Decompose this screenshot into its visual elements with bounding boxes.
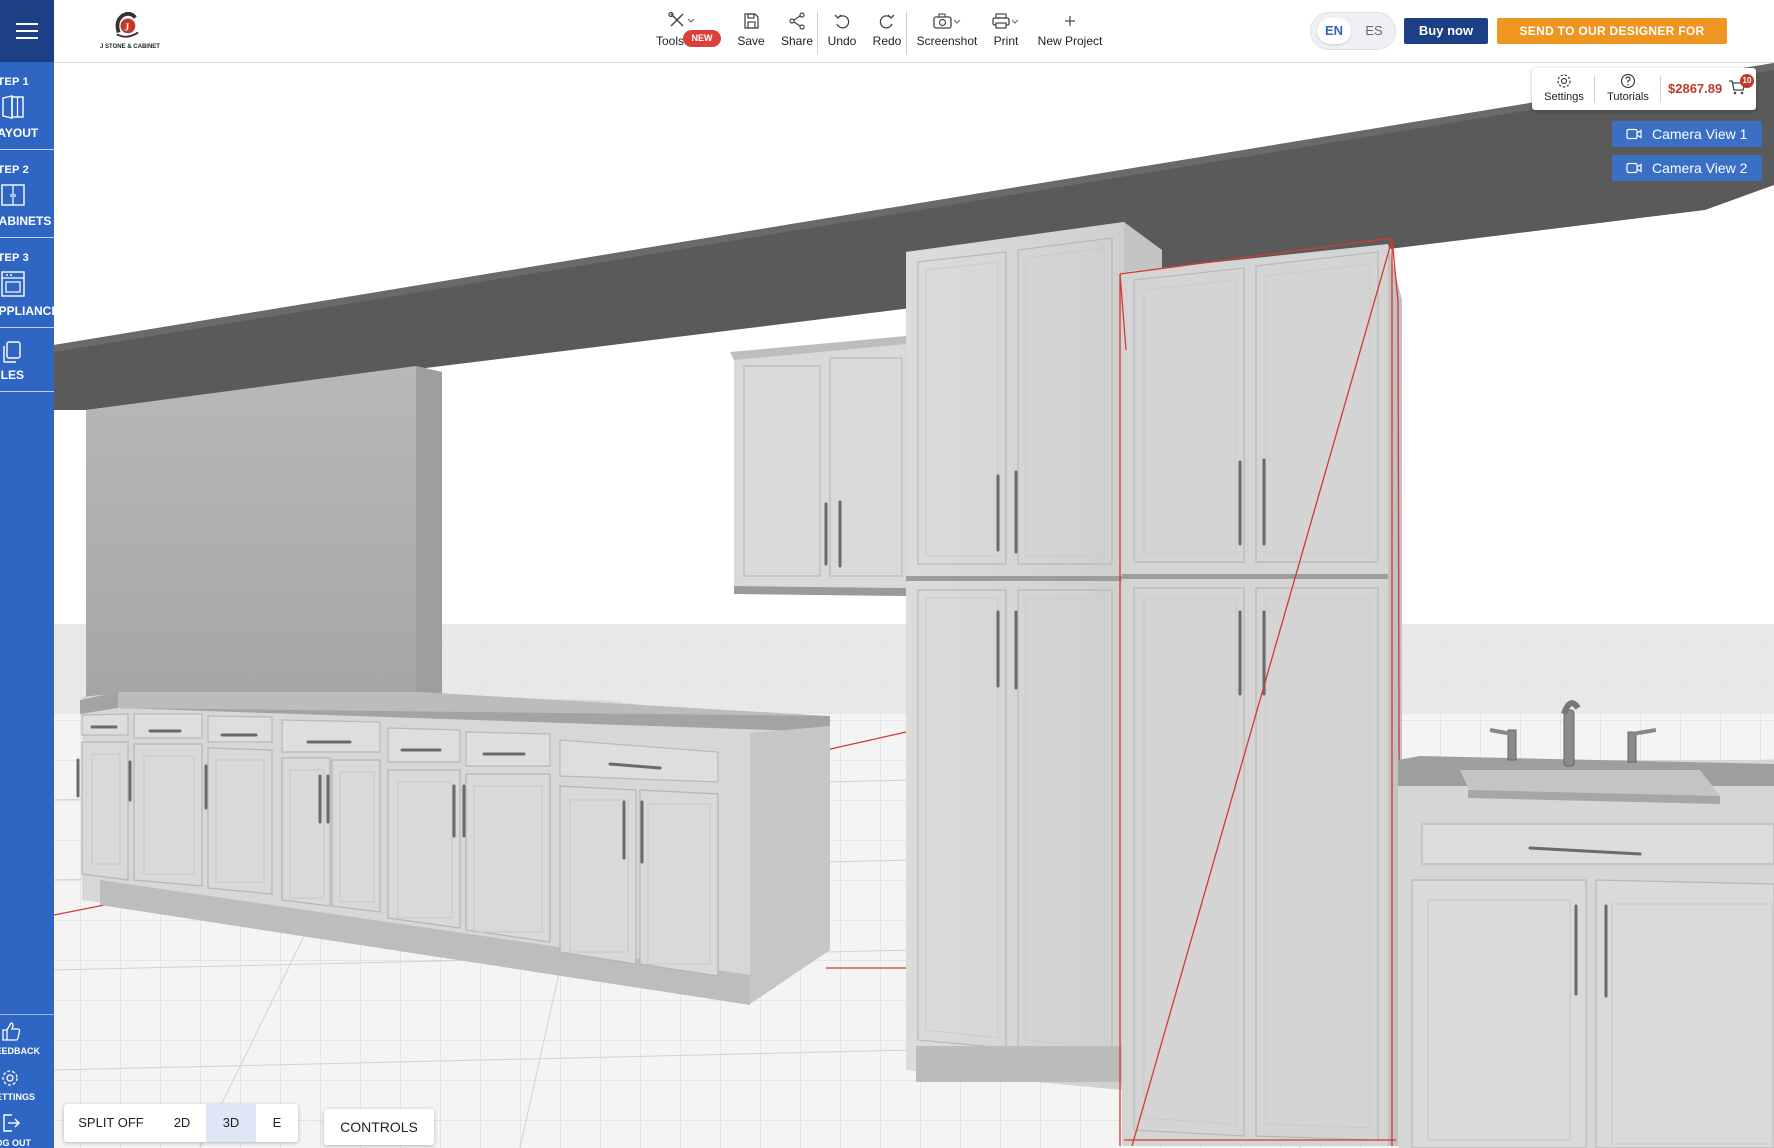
sidebar-bottom-label: LOG OUT: [0, 1138, 31, 1148]
undo-icon: [834, 14, 850, 29]
view-mode-toggle: SPLIT OFF 2D 3D E: [64, 1104, 298, 1142]
thumbs-up-icon: [2, 1022, 21, 1041]
sidebar-files[interactable]: FILES: [0, 328, 54, 392]
view-2d-button[interactable]: 2D: [158, 1104, 206, 1142]
share-button[interactable]: Share: [772, 12, 822, 48]
sidebar-step-layout[interactable]: STEP 1 LAYOUT: [0, 62, 54, 150]
cart-total-price[interactable]: $2867.89: [1668, 81, 1722, 96]
hamburger-icon: [16, 23, 38, 39]
layout-icon: [2, 95, 24, 119]
toolbar-divider: [817, 12, 818, 54]
info-divider: [1594, 76, 1595, 102]
share-icon: [789, 12, 805, 30]
tools-label: Tools: [655, 34, 684, 48]
cart-count-badge: 10: [1740, 74, 1754, 88]
save-label: Save: [737, 34, 765, 48]
sidebar-bottom-label: FEEDBACK: [0, 1046, 41, 1056]
tutorials-label: Tutorials: [1607, 91, 1649, 103]
camera-icon: [933, 13, 961, 29]
cabinet-icon: [1, 184, 25, 206]
sidebar-bottom-label: SETTINGS: [0, 1092, 36, 1102]
camera-view-1-button[interactable]: Camera View 1: [1612, 121, 1762, 147]
save-button[interactable]: Save: [729, 12, 773, 48]
appliance-icon: [1, 271, 25, 297]
settings-button[interactable]: Settings: [1540, 73, 1588, 103]
toolbar-divider: [906, 12, 907, 54]
step-label: STEP 1: [0, 76, 29, 88]
camera-view-2-button[interactable]: Camera View 2: [1612, 155, 1762, 181]
logout-icon: [3, 1114, 20, 1132]
svg-text:J: J: [124, 23, 129, 34]
sidebar: STEP 1 LAYOUT STEP 2 CABINETS STEP 3 APP…: [0, 0, 54, 1148]
sidebar-logout[interactable]: LOG OUT: [0, 1110, 54, 1148]
plus-icon: [1065, 16, 1075, 26]
redo-button[interactable]: Redo: [865, 12, 909, 48]
screenshot-label: Screenshot: [916, 34, 978, 48]
split-off-button[interactable]: SPLIT OFF: [64, 1104, 158, 1142]
logo-mark-icon: J: [115, 12, 139, 38]
screenshot-button[interactable]: Screenshot: [909, 12, 985, 48]
video-camera-icon: [1626, 162, 1642, 174]
settings-label: Settings: [1544, 91, 1584, 103]
sidebar-step-name: FILES: [0, 368, 25, 382]
gear-icon: [1557, 74, 1571, 88]
sidebar-settings[interactable]: SETTINGS: [0, 1064, 54, 1104]
tutorials-button[interactable]: Tutorials: [1600, 73, 1656, 103]
sidebar-feedback[interactable]: FEEDBACK: [0, 1018, 54, 1058]
files-icon: [3, 341, 21, 363]
share-label: Share: [780, 34, 814, 48]
top-toolbar: J J STONE & CABINET Tools NEW Save Share…: [54, 0, 1774, 64]
undo-label: Undo: [827, 34, 857, 48]
controls-button[interactable]: CONTROLS: [324, 1109, 434, 1145]
sidebar-step-cabinets[interactable]: STEP 2 CABINETS: [0, 150, 54, 238]
lang-en-button[interactable]: EN: [1317, 18, 1351, 44]
sidebar-step-appliances[interactable]: STEP 3 APPLIANCES: [0, 238, 54, 328]
info-panel: Settings Tutorials $2867.89 10: [1532, 68, 1756, 110]
undo-button[interactable]: Undo: [820, 12, 864, 48]
view-3d-button[interactable]: 3D: [206, 1104, 256, 1142]
3d-viewport[interactable]: [54, 63, 1774, 1148]
print-label: Print: [993, 34, 1019, 48]
menu-button[interactable]: [0, 0, 54, 62]
info-divider: [1660, 76, 1661, 102]
help-icon: [1620, 73, 1636, 89]
language-toggle: EN ES: [1310, 12, 1396, 50]
video-camera-icon: [1626, 128, 1642, 140]
print-button[interactable]: Print: [984, 12, 1028, 48]
sidebar-divider: [0, 1014, 54, 1015]
buy-now-button[interactable]: Buy now: [1404, 18, 1488, 44]
kitchen-3d-scene[interactable]: [54, 63, 1774, 1148]
camera-view-2-label: Camera View 2: [1652, 160, 1748, 176]
new-project-button[interactable]: New Project: [1030, 12, 1110, 48]
logo-text: J STONE & CABINET: [100, 44, 160, 50]
company-logo[interactable]: J J STONE & CABINET: [90, 10, 170, 56]
redo-icon: [879, 14, 895, 29]
new-badge: NEW: [683, 30, 721, 47]
printer-icon: [992, 13, 1019, 29]
new-project-label: New Project: [1037, 34, 1103, 48]
sidebar-step-name: APPLIANCES: [0, 304, 54, 318]
redo-label: Redo: [872, 34, 902, 48]
camera-view-1-label: Camera View 1: [1652, 126, 1748, 142]
sidebar-step-name: LAYOUT: [0, 126, 39, 140]
lang-es-button[interactable]: ES: [1357, 18, 1391, 44]
step-label: STEP 2: [0, 164, 29, 176]
step-label: STEP 3: [0, 252, 29, 264]
send-to-designer-button[interactable]: SEND TO OUR DESIGNER FOR REVIEW: [1497, 18, 1727, 64]
tools-icon: [668, 12, 695, 27]
sidebar-step-name: CABINETS: [0, 214, 52, 228]
view-e-button[interactable]: E: [256, 1104, 298, 1142]
save-icon: [744, 13, 759, 29]
gear-icon: [2, 1070, 18, 1086]
